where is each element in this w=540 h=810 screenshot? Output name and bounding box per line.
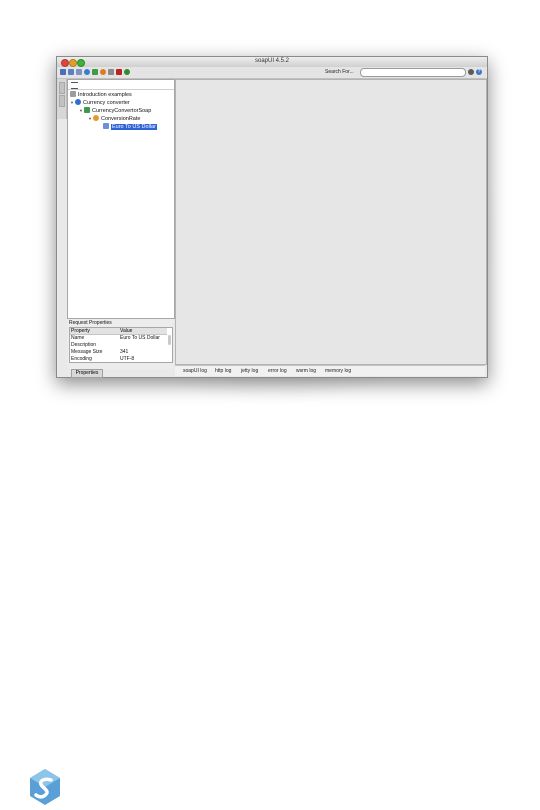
exit-icon[interactable] — [116, 69, 122, 75]
tab-soapui-log[interactable]: soapUI log — [183, 368, 207, 374]
interface-icon — [84, 107, 90, 113]
import-project-icon[interactable] — [68, 69, 74, 75]
tree-item-label: Currency converter — [83, 100, 130, 106]
tree-item-request[interactable]: Euro To US Dollar — [103, 123, 157, 131]
properties-scrollbar[interactable] — [168, 335, 171, 345]
search-input[interactable] — [360, 68, 466, 77]
tree-item-workspace[interactable]: Introduction examples — [70, 91, 132, 99]
request-properties-panel: Request Properties Property Value Name E… — [67, 319, 173, 369]
request-icon — [103, 123, 109, 129]
tab-error-log[interactable]: error log — [268, 368, 287, 374]
column-header-property[interactable]: Property — [70, 328, 119, 335]
navigator-panel: Introduction examples ▼ Currency converte… — [67, 79, 175, 319]
tree-item-label: CurrencyConvertorSoap — [92, 108, 152, 114]
tab-memory-log[interactable]: memory log — [325, 368, 351, 374]
tree-item-label: ConversionRate — [101, 116, 141, 122]
navigator-tab[interactable] — [59, 82, 65, 94]
tab-wsrm-log[interactable]: wsrm log — [296, 368, 316, 374]
tree-item-interface[interactable]: ▼ CurrencyConvertorSoap — [79, 107, 151, 115]
operation-icon — [93, 115, 99, 121]
properties-button[interactable]: Properties — [71, 369, 103, 378]
workspace-tab[interactable] — [59, 95, 65, 107]
tree-item-label: Euro To US Dollar — [111, 124, 157, 130]
column-header-value[interactable]: Value — [119, 328, 167, 335]
table-row[interactable]: Encoding UTF-8 — [70, 356, 166, 362]
help-icon[interactable] — [84, 69, 90, 75]
properties-title: Request Properties — [69, 320, 112, 326]
tab-http-log[interactable]: http log — [215, 368, 231, 374]
property-name: Message Size — [71, 349, 103, 355]
log-tabs-bar: soapUI log http log jetty log error log … — [175, 365, 485, 376]
question-help-icon[interactable]: ? — [476, 69, 482, 75]
new-project-icon[interactable] — [60, 69, 66, 75]
table-row[interactable]: Description — [70, 342, 166, 348]
search-icon[interactable] — [468, 69, 474, 75]
about-icon[interactable] — [124, 69, 130, 75]
proxy-icon[interactable] — [100, 69, 106, 75]
preferences-icon[interactable] — [92, 69, 98, 75]
properties-table: Property Value Name Euro To US Dollar De… — [69, 327, 173, 363]
brand-logo-icon — [30, 769, 60, 805]
workspace-icon — [70, 91, 76, 97]
table-row[interactable]: Message Size 341 — [70, 349, 166, 355]
property-value[interactable]: UTF-8 — [120, 356, 134, 362]
main-toolbar: Search For... ? — [57, 67, 487, 79]
search-label: Search For... — [325, 69, 354, 75]
property-name: Description — [71, 342, 97, 348]
window-title: soapUI 4.5.2 — [254, 58, 290, 64]
soapui-window: soapUI 4.5.2 Search For... ? Introductio… — [56, 56, 488, 378]
property-name: Name — [71, 335, 85, 341]
property-value[interactable]: 341 — [120, 349, 128, 355]
property-name: Encoding — [71, 356, 92, 362]
property-value[interactable]: Euro To US Dollar — [120, 335, 160, 341]
project-icon — [75, 99, 81, 105]
navigator-side-strip — [57, 79, 67, 119]
tools-icon[interactable] — [108, 69, 114, 75]
save-all-icon[interactable] — [76, 69, 82, 75]
tab-jetty-log[interactable]: jetty log — [241, 368, 258, 374]
tree-item-operation[interactable]: ▼ ConversionRate — [88, 115, 140, 123]
table-row[interactable]: Name Euro To US Dollar — [70, 335, 166, 341]
tree-item-project[interactable]: ▼ Currency converter — [70, 99, 130, 107]
collapse-icon[interactable] — [71, 82, 78, 89]
tree-item-label: Introduction examples — [78, 92, 132, 98]
desktop-workspace — [175, 79, 487, 365]
navigator-header — [68, 80, 174, 90]
